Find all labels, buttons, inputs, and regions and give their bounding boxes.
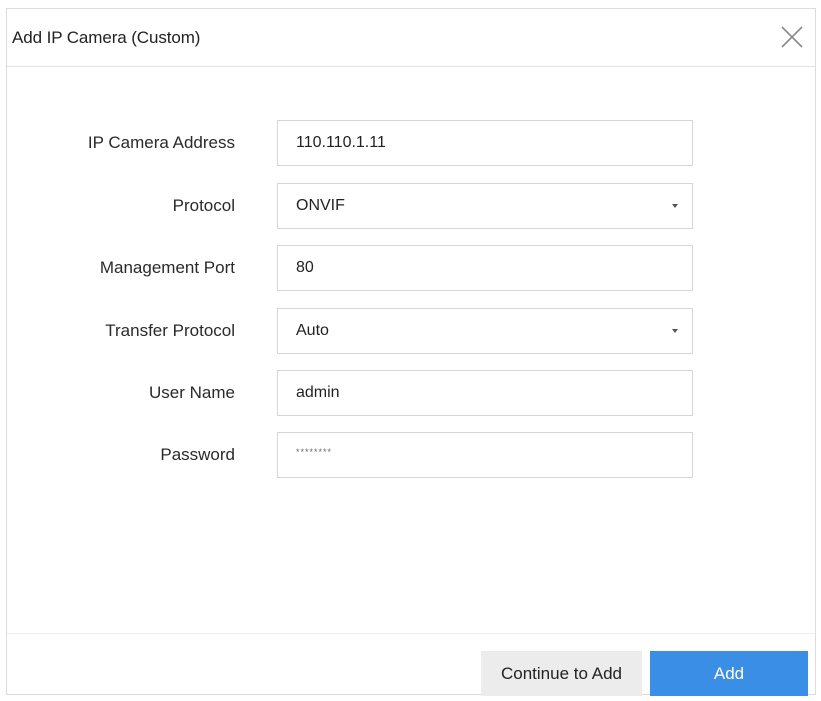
transfer-protocol-label: Transfer Protocol — [105, 321, 235, 340]
add-ip-camera-dialog: Add IP Camera (Custom) IP Camera Address… — [6, 8, 816, 696]
password-row: Password — [7, 432, 815, 478]
management-port-label: Management Port — [99, 258, 235, 277]
user-name-row: User Name — [7, 370, 815, 416]
transfer-protocol-selected-value: Auto — [296, 322, 329, 339]
dialog-header: Add IP Camera (Custom) — [7, 9, 815, 67]
password-field-box — [277, 432, 693, 478]
ip-address-input[interactable] — [278, 121, 692, 165]
chevron-down-icon — [672, 204, 678, 208]
ip-address-field-box — [277, 120, 693, 166]
management-port-row: Management Port — [7, 245, 815, 291]
ip-address-label: IP Camera Address — [87, 133, 235, 152]
close-button[interactable] — [777, 22, 807, 52]
ip-address-row: IP Camera Address — [7, 120, 815, 166]
chevron-down-icon — [672, 329, 678, 333]
continue-to-add-button[interactable]: Continue to Add — [481, 651, 642, 696]
protocol-select[interactable]: ONVIF — [277, 183, 693, 229]
add-button[interactable]: Add — [650, 651, 808, 696]
management-port-input[interactable] — [278, 246, 692, 290]
user-name-field-box — [277, 370, 693, 416]
dialog-title: Add IP Camera (Custom) — [12, 28, 201, 47]
transfer-protocol-row: Transfer Protocol Auto — [7, 308, 815, 354]
close-icon — [781, 26, 803, 48]
protocol-row: Protocol ONVIF — [7, 183, 815, 229]
dialog-footer: Continue to Add Add — [7, 633, 815, 696]
user-name-input[interactable] — [278, 371, 692, 415]
user-name-label: User Name — [149, 383, 235, 402]
transfer-protocol-select[interactable]: Auto — [277, 308, 693, 354]
protocol-label: Protocol — [172, 196, 235, 215]
management-port-field-box — [277, 245, 693, 291]
protocol-selected-value: ONVIF — [296, 197, 345, 214]
password-label: Password — [160, 445, 235, 464]
password-input[interactable] — [278, 433, 692, 477]
